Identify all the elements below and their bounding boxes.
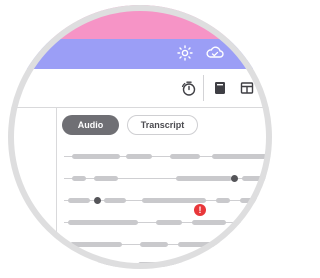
- toolbar-divider: [203, 75, 204, 101]
- tab-audio[interactable]: Audio: [62, 115, 119, 135]
- magnified-app-view: Audio Transcript !: [0, 0, 278, 278]
- playhead-marker[interactable]: [231, 175, 238, 182]
- word-segment: [142, 198, 206, 203]
- app-header: [8, 39, 272, 69]
- word-segment: [68, 220, 138, 225]
- word-segment: [212, 154, 268, 159]
- book-icon[interactable]: [209, 77, 231, 99]
- word-segment: [192, 220, 226, 225]
- word-segment: [176, 176, 232, 181]
- timer-icon[interactable]: [178, 77, 200, 99]
- warning-icon[interactable]: !: [194, 204, 206, 216]
- word-segment: [68, 198, 90, 203]
- word-segment: [138, 262, 194, 267]
- word-segment: [140, 242, 168, 247]
- info-icon[interactable]: [234, 42, 256, 64]
- word-segment: [240, 198, 268, 203]
- word-segment: [248, 242, 268, 247]
- word-segment: [104, 198, 126, 203]
- word-segment: [70, 242, 122, 247]
- word-segment: [78, 262, 118, 267]
- playhead-marker[interactable]: [94, 197, 101, 204]
- word-segment: [126, 154, 152, 159]
- magnifier-lens: Audio Transcript !: [8, 5, 272, 269]
- word-segment: [242, 220, 268, 225]
- brightness-icon[interactable]: [174, 42, 196, 64]
- word-segment: [242, 176, 268, 181]
- word-segment: [94, 176, 118, 181]
- toolbar: [8, 69, 272, 108]
- word-segment: [208, 262, 248, 267]
- layout-icon[interactable]: [236, 77, 258, 99]
- more-indicator: [262, 81, 266, 85]
- word-segment: [216, 198, 230, 203]
- left-panel: [8, 107, 57, 269]
- word-segment: [156, 220, 182, 225]
- word-segment: [170, 154, 200, 159]
- cloud-icon[interactable]: [204, 42, 226, 64]
- word-segment: [178, 242, 234, 247]
- word-segment: [72, 176, 86, 181]
- word-segment: [72, 154, 120, 159]
- tab-transcript[interactable]: Transcript: [127, 115, 198, 135]
- top-color-band: [8, 5, 272, 39]
